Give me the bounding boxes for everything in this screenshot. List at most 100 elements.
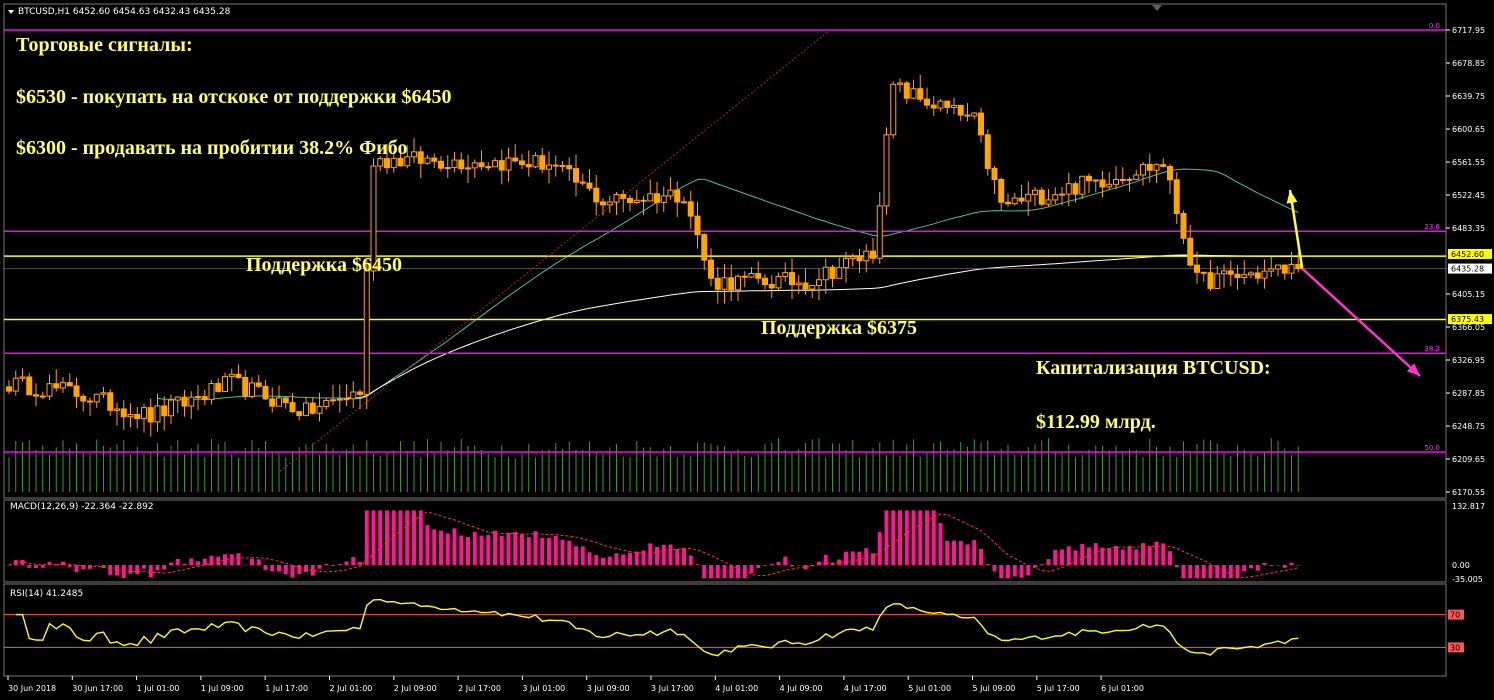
candle-body: [532, 155, 539, 168]
candle-body: [46, 383, 53, 397]
macd-bar: [655, 546, 659, 565]
signals-title: Торговые сигналы:: [16, 34, 193, 56]
candle-body: [411, 151, 417, 158]
candle-body: [235, 373, 242, 378]
macd-bar: [661, 544, 666, 565]
candle-body: [147, 407, 154, 423]
macd-bar: [162, 565, 167, 570]
time-tick-label: 30 Jun 2018: [8, 684, 56, 693]
macd-bar: [668, 544, 673, 565]
candle-body: [971, 112, 978, 117]
macd-bar: [1276, 564, 1280, 566]
rsi-line: [4, 598, 1446, 657]
macd-bar: [722, 565, 727, 579]
macd-bar: [202, 558, 207, 565]
chart-menu-icon[interactable]: [8, 10, 14, 14]
time-tick-label: 5 Jul 09:00: [973, 684, 1016, 693]
macd-bar: [263, 565, 268, 570]
macd-bar: [40, 565, 45, 568]
macd-bar: [1127, 546, 1132, 565]
candle-body: [141, 407, 147, 419]
rsi-level-label: 30: [1450, 643, 1460, 652]
macd-bar: [594, 555, 599, 565]
price-tag-label: 6375.43: [1451, 315, 1484, 324]
candle-body: [458, 159, 465, 170]
macd-bar: [1134, 549, 1139, 565]
candle-body: [741, 275, 748, 278]
candle-body: [728, 277, 735, 291]
macd-bar: [1039, 564, 1044, 565]
macd-bar: [783, 556, 788, 565]
macd-header: MACD(12,26,9) -22.364 -22.892: [10, 502, 154, 512]
macd-bar: [256, 559, 261, 565]
candle-body: [262, 385, 269, 400]
candle-body: [208, 383, 215, 401]
candle-body: [910, 88, 917, 99]
candle-body: [505, 157, 512, 171]
macd-bar: [1269, 565, 1274, 566]
macd-bar: [628, 552, 632, 565]
macd-bar: [506, 532, 511, 565]
macd-bar: [216, 556, 221, 565]
candle-body: [289, 402, 296, 413]
candle-body: [613, 193, 620, 203]
forecast-arrows: [1286, 189, 1421, 377]
macd-bar: [331, 565, 335, 566]
macd-bar: [135, 565, 140, 575]
candle-body: [154, 405, 161, 423]
macd-bar: [418, 510, 423, 565]
candle-body: [1194, 264, 1200, 273]
price-tick-label: 6366.05: [1452, 323, 1485, 332]
macd-bar: [1046, 559, 1051, 565]
macd-bar: [148, 565, 153, 578]
candle-body: [1234, 273, 1241, 279]
candle-body: [492, 160, 498, 168]
candle-body: [60, 382, 66, 389]
candle-body: [174, 396, 181, 401]
candle-body: [816, 279, 822, 286]
macd-bar: [1060, 549, 1064, 565]
candle-body: [444, 167, 451, 170]
candle-body: [1180, 213, 1187, 239]
time-tick-label: 2 Jul 09:00: [394, 684, 437, 693]
macd-bar: [1249, 565, 1253, 569]
candle-body: [870, 250, 876, 259]
time-tick-label: 3 Jul 09:00: [587, 684, 630, 693]
candle-body: [100, 392, 107, 395]
macd-tick-label: 0.00: [1452, 561, 1470, 570]
macd-bar: [1114, 546, 1118, 565]
macd-bar: [749, 565, 754, 574]
candle-body: [775, 276, 782, 289]
macd-bar: [1188, 565, 1193, 579]
candle-body: [512, 157, 519, 162]
macd-bar: [94, 565, 99, 566]
macd-bar: [567, 540, 572, 565]
macd-bar: [1208, 565, 1213, 579]
candle-body: [303, 402, 309, 417]
candle-body: [579, 181, 586, 184]
time-tick-label: 4 Jul 01:00: [715, 684, 758, 693]
candle-body: [195, 396, 201, 399]
candle-body: [843, 257, 849, 269]
candle-body: [107, 392, 114, 411]
candle-body: [525, 164, 532, 168]
candle-body: [748, 273, 755, 278]
macd-bar: [513, 531, 518, 565]
time-tick-label: 2 Jul 17:00: [458, 684, 501, 693]
candle-body: [795, 282, 802, 286]
candle-body: [998, 178, 1005, 203]
time-tick-label: 6 Jul 01:00: [1101, 684, 1144, 693]
candle-body: [667, 189, 674, 197]
time-tick-label: 4 Jul 17:00: [844, 684, 887, 693]
macd-bar: [965, 544, 970, 565]
candle-body: [633, 199, 640, 203]
shift-marker-icon[interactable]: [1152, 5, 1162, 11]
macd-bar: [472, 531, 477, 565]
price-tick-label: 6561.55: [1452, 158, 1485, 167]
candle-body: [620, 193, 627, 199]
macd-bar: [999, 565, 1004, 579]
time-tick-label: 5 Jul 01:00: [908, 684, 951, 693]
macd-bar: [452, 528, 457, 565]
candle-body: [19, 376, 26, 379]
candle-body: [1092, 179, 1099, 182]
